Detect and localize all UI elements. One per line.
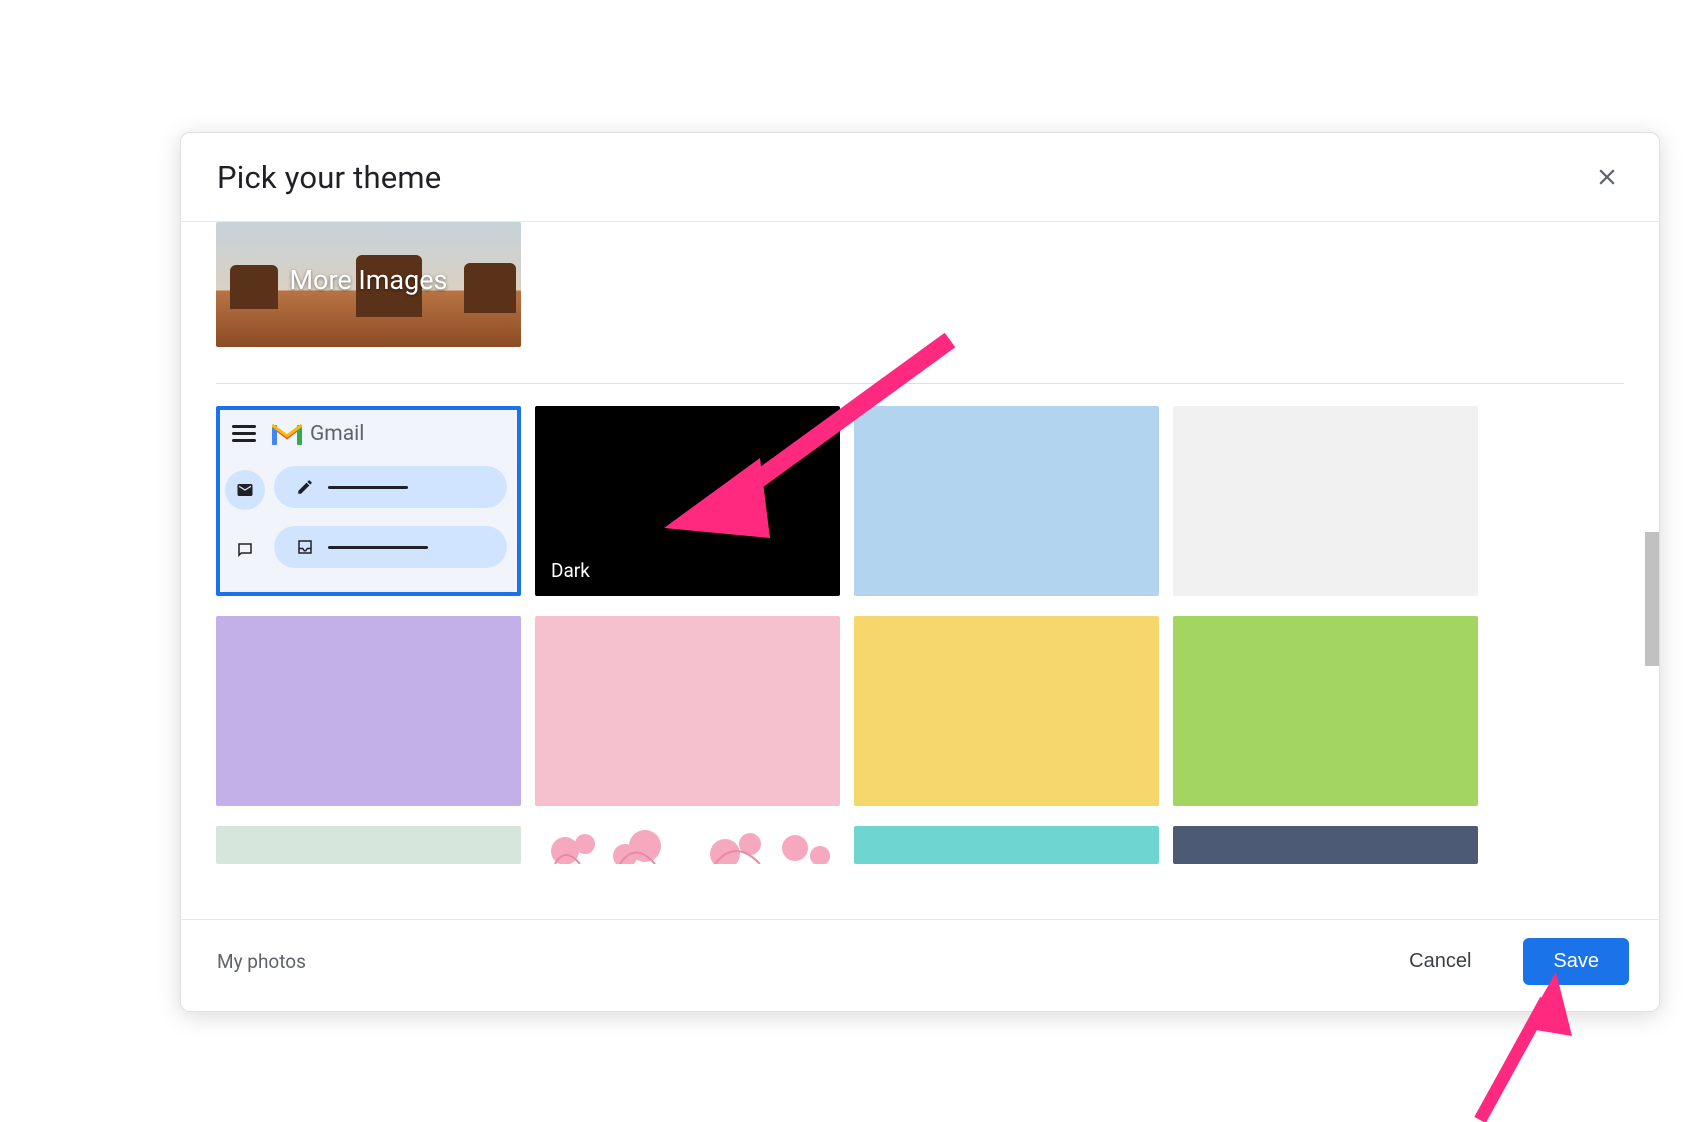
compose-pill [274, 466, 507, 508]
theme-tile-slateblue[interactable] [1173, 826, 1478, 864]
theme-picker-dialog: Pick your theme More Images G [180, 132, 1660, 1012]
scrollbar-thumb[interactable] [1645, 532, 1659, 666]
theme-tile-lavender[interactable] [216, 616, 521, 806]
save-button[interactable]: Save [1523, 938, 1629, 985]
theme-tile-mint[interactable] [216, 826, 521, 864]
placeholder-line [328, 486, 408, 489]
dialog-title: Pick your theme [217, 159, 441, 196]
gmail-logo-text: Gmail [310, 422, 364, 446]
theme-tile-lightgray[interactable] [1173, 406, 1478, 596]
placeholder-line [328, 546, 428, 549]
theme-tile-default[interactable]: Gmail [216, 406, 521, 596]
close-icon [1594, 164, 1620, 190]
inbox-icon [296, 538, 314, 556]
dialog-body: More Images Gmail [181, 222, 1659, 919]
pencil-icon [296, 478, 314, 496]
theme-tile-mustard[interactable] [854, 616, 1159, 806]
theme-grid: Gmail [216, 406, 1629, 864]
theme-tile-cherry[interactable] [535, 826, 840, 864]
theme-tile-lightblue[interactable] [854, 406, 1159, 596]
close-button[interactable] [1585, 155, 1629, 199]
dialog-header: Pick your theme [181, 133, 1659, 222]
dialog-footer: My photos Cancel Save [181, 919, 1659, 1011]
inbox-pill [274, 526, 507, 568]
chat-icon [225, 530, 265, 570]
gmail-logo: Gmail [272, 422, 364, 446]
theme-tile-dark[interactable]: Dark [535, 406, 840, 596]
theme-tile-label: Dark [551, 559, 590, 582]
more-images-label: More Images [216, 264, 521, 296]
theme-tile-pink[interactable] [535, 616, 840, 806]
section-divider [216, 383, 1624, 384]
hamburger-icon [232, 425, 256, 443]
mail-icon [225, 470, 265, 510]
theme-tile-teal[interactable] [854, 826, 1159, 864]
gmail-preview: Gmail [216, 406, 521, 596]
more-images-tile[interactable]: More Images [216, 222, 521, 347]
my-photos-link[interactable]: My photos [217, 950, 306, 973]
theme-tile-green[interactable] [1173, 616, 1478, 806]
cancel-button[interactable]: Cancel [1385, 940, 1495, 983]
